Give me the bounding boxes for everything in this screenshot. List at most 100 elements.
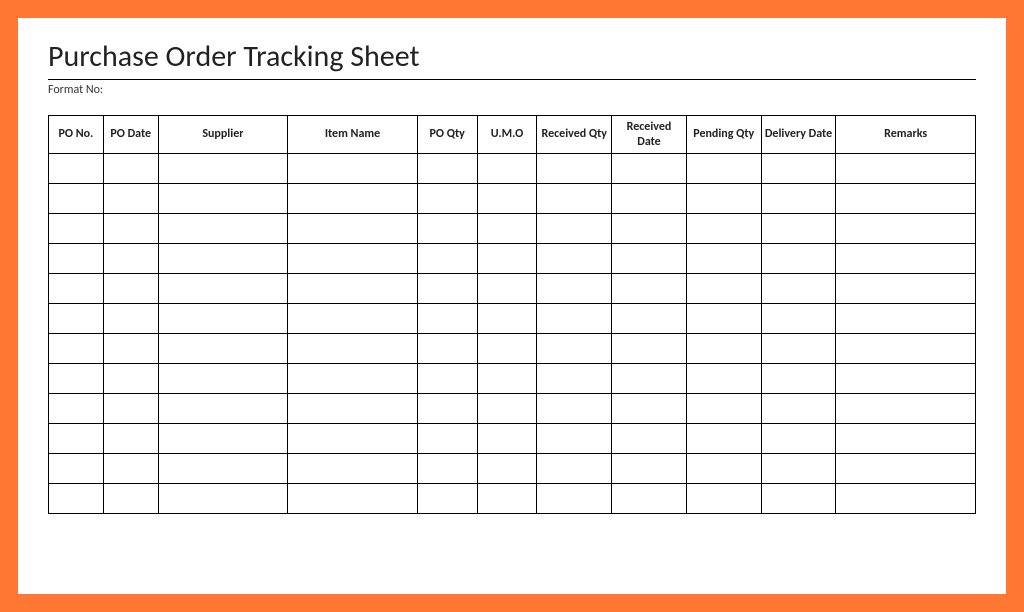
table-cell[interactable] bbox=[417, 304, 477, 334]
table-cell[interactable] bbox=[836, 484, 976, 514]
table-cell[interactable] bbox=[477, 424, 537, 454]
table-cell[interactable] bbox=[158, 364, 288, 394]
table-cell[interactable] bbox=[612, 304, 687, 334]
table-cell[interactable] bbox=[158, 484, 288, 514]
table-cell[interactable] bbox=[49, 244, 104, 274]
table-cell[interactable] bbox=[612, 334, 687, 364]
table-cell[interactable] bbox=[158, 244, 288, 274]
table-cell[interactable] bbox=[417, 454, 477, 484]
table-cell[interactable] bbox=[537, 454, 612, 484]
table-cell[interactable] bbox=[686, 244, 761, 274]
table-cell[interactable] bbox=[537, 184, 612, 214]
table-cell[interactable] bbox=[158, 184, 288, 214]
table-cell[interactable] bbox=[686, 214, 761, 244]
table-cell[interactable] bbox=[417, 244, 477, 274]
table-cell[interactable] bbox=[612, 364, 687, 394]
table-cell[interactable] bbox=[686, 394, 761, 424]
table-cell[interactable] bbox=[103, 334, 158, 364]
table-cell[interactable] bbox=[103, 484, 158, 514]
table-cell[interactable] bbox=[417, 274, 477, 304]
table-cell[interactable] bbox=[417, 484, 477, 514]
table-cell[interactable] bbox=[158, 454, 288, 484]
table-cell[interactable] bbox=[103, 154, 158, 184]
table-cell[interactable] bbox=[686, 274, 761, 304]
table-cell[interactable] bbox=[761, 184, 836, 214]
table-cell[interactable] bbox=[477, 484, 537, 514]
table-cell[interactable] bbox=[612, 424, 687, 454]
table-cell[interactable] bbox=[288, 454, 418, 484]
table-cell[interactable] bbox=[288, 364, 418, 394]
table-cell[interactable] bbox=[537, 274, 612, 304]
table-cell[interactable] bbox=[612, 184, 687, 214]
table-cell[interactable] bbox=[477, 454, 537, 484]
table-cell[interactable] bbox=[158, 154, 288, 184]
table-cell[interactable] bbox=[836, 214, 976, 244]
table-cell[interactable] bbox=[417, 394, 477, 424]
table-cell[interactable] bbox=[103, 424, 158, 454]
table-cell[interactable] bbox=[103, 364, 158, 394]
table-cell[interactable] bbox=[836, 184, 976, 214]
table-cell[interactable] bbox=[103, 274, 158, 304]
table-cell[interactable] bbox=[537, 394, 612, 424]
table-cell[interactable] bbox=[417, 214, 477, 244]
table-cell[interactable] bbox=[537, 244, 612, 274]
table-cell[interactable] bbox=[477, 274, 537, 304]
table-cell[interactable] bbox=[612, 244, 687, 274]
table-cell[interactable] bbox=[49, 364, 104, 394]
table-cell[interactable] bbox=[103, 244, 158, 274]
table-cell[interactable] bbox=[288, 484, 418, 514]
table-cell[interactable] bbox=[836, 424, 976, 454]
table-cell[interactable] bbox=[836, 454, 976, 484]
table-cell[interactable] bbox=[537, 424, 612, 454]
table-cell[interactable] bbox=[537, 304, 612, 334]
table-cell[interactable] bbox=[49, 334, 104, 364]
table-cell[interactable] bbox=[836, 304, 976, 334]
table-cell[interactable] bbox=[686, 334, 761, 364]
table-cell[interactable] bbox=[103, 304, 158, 334]
table-cell[interactable] bbox=[686, 364, 761, 394]
table-cell[interactable] bbox=[836, 154, 976, 184]
table-cell[interactable] bbox=[761, 334, 836, 364]
table-cell[interactable] bbox=[761, 304, 836, 334]
table-cell[interactable] bbox=[288, 334, 418, 364]
table-cell[interactable] bbox=[761, 454, 836, 484]
table-cell[interactable] bbox=[612, 154, 687, 184]
table-cell[interactable] bbox=[686, 454, 761, 484]
table-cell[interactable] bbox=[477, 304, 537, 334]
table-cell[interactable] bbox=[417, 424, 477, 454]
table-cell[interactable] bbox=[49, 184, 104, 214]
table-cell[interactable] bbox=[761, 394, 836, 424]
table-cell[interactable] bbox=[761, 244, 836, 274]
table-cell[interactable] bbox=[477, 244, 537, 274]
table-cell[interactable] bbox=[417, 364, 477, 394]
table-cell[interactable] bbox=[158, 334, 288, 364]
table-cell[interactable] bbox=[612, 454, 687, 484]
table-cell[interactable] bbox=[49, 454, 104, 484]
table-cell[interactable] bbox=[103, 454, 158, 484]
table-cell[interactable] bbox=[288, 394, 418, 424]
table-cell[interactable] bbox=[537, 484, 612, 514]
table-cell[interactable] bbox=[158, 304, 288, 334]
table-cell[interactable] bbox=[49, 484, 104, 514]
table-cell[interactable] bbox=[686, 304, 761, 334]
table-cell[interactable] bbox=[417, 184, 477, 214]
table-cell[interactable] bbox=[612, 214, 687, 244]
table-cell[interactable] bbox=[836, 274, 976, 304]
table-cell[interactable] bbox=[288, 304, 418, 334]
table-cell[interactable] bbox=[537, 154, 612, 184]
table-cell[interactable] bbox=[49, 394, 104, 424]
table-cell[interactable] bbox=[103, 214, 158, 244]
table-cell[interactable] bbox=[288, 154, 418, 184]
table-cell[interactable] bbox=[686, 424, 761, 454]
table-cell[interactable] bbox=[836, 364, 976, 394]
table-cell[interactable] bbox=[537, 334, 612, 364]
table-cell[interactable] bbox=[288, 274, 418, 304]
table-cell[interactable] bbox=[612, 274, 687, 304]
table-cell[interactable] bbox=[761, 484, 836, 514]
table-cell[interactable] bbox=[49, 214, 104, 244]
table-cell[interactable] bbox=[477, 394, 537, 424]
table-cell[interactable] bbox=[537, 364, 612, 394]
table-cell[interactable] bbox=[477, 334, 537, 364]
table-cell[interactable] bbox=[103, 394, 158, 424]
table-cell[interactable] bbox=[288, 244, 418, 274]
